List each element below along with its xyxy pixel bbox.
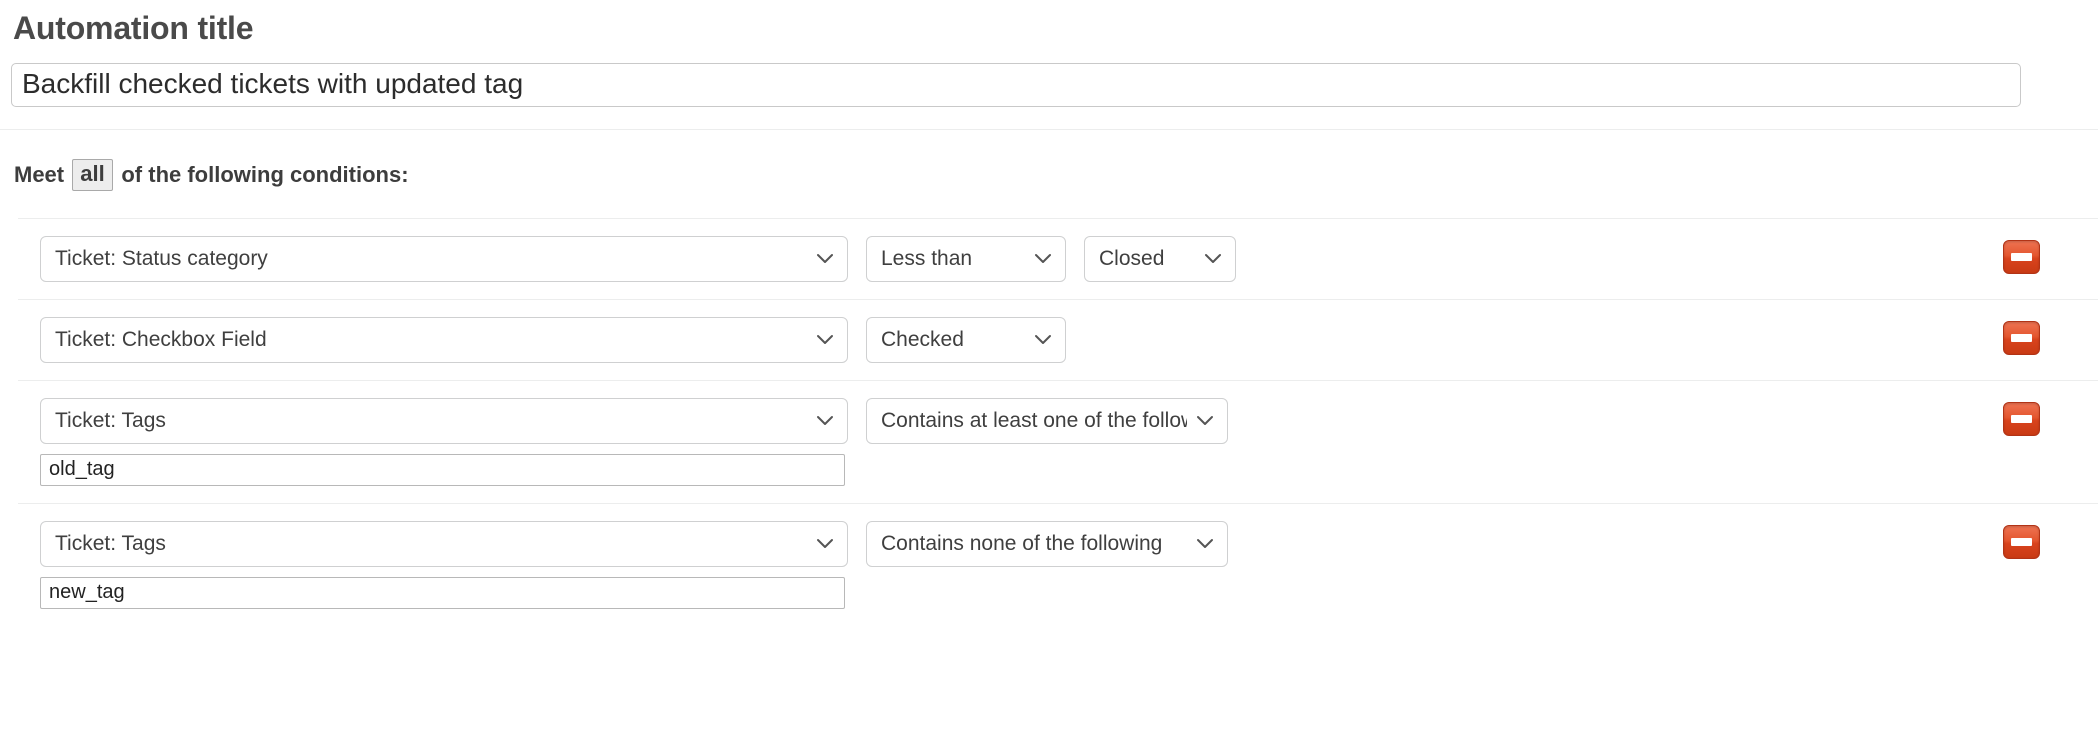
automation-title-section: Automation title — [0, 0, 2098, 107]
match-type-select[interactable]: all — [72, 159, 113, 191]
automation-title-input[interactable] — [11, 63, 2021, 107]
condition-operator-select[interactable]: Checked — [866, 317, 1066, 363]
automation-title-input-wrap — [11, 63, 2087, 107]
minus-icon — [2011, 334, 2032, 342]
condition-field-select[interactable]: Ticket: Status category — [40, 236, 848, 282]
condition-operator-select[interactable]: Contains at least one of the following — [866, 398, 1228, 444]
automation-conditions-page: Automation title Meet all of the followi… — [0, 0, 2098, 752]
conditions-list: Ticket: Status category Less than Closed… — [0, 218, 2098, 626]
minus-icon — [2011, 415, 2032, 423]
condition-row: Ticket: Checkbox Field Checked Remove co… — [0, 300, 2098, 380]
condition-field-select[interactable]: Ticket: Checkbox Field — [40, 317, 848, 363]
condition-row: Ticket: Status category Less than Closed… — [0, 219, 2098, 299]
condition-row: Ticket: Tags Contains at least one of th… — [0, 381, 2098, 503]
minus-icon — [2011, 253, 2032, 261]
condition-field-select[interactable]: Ticket: Tags — [40, 398, 848, 444]
condition-tag-value-input[interactable] — [40, 454, 845, 486]
remove-condition-button[interactable]: Remove condition — [2003, 525, 2040, 559]
remove-condition-button[interactable]: Remove condition — [2003, 240, 2040, 274]
condition-row: Ticket: Tags Contains none of the follow… — [0, 504, 2098, 626]
condition-field-select[interactable]: Ticket: Tags — [40, 521, 848, 567]
condition-tag-value-input[interactable] — [40, 577, 845, 609]
page-title: Automation title — [11, 8, 2087, 48]
condition-row-controls: Ticket: Tags Contains none of the follow… — [40, 521, 2098, 567]
condition-operator-select[interactable]: Less than — [866, 236, 1066, 282]
condition-value-select[interactable]: Closed — [1084, 236, 1236, 282]
conditions-header-prefix: Meet — [14, 162, 70, 188]
conditions-header-suffix: of the following conditions: — [115, 162, 408, 188]
minus-icon — [2011, 538, 2032, 546]
conditions-header: Meet all of the following conditions: — [0, 130, 2098, 218]
condition-row-controls: Ticket: Checkbox Field Checked — [40, 317, 2098, 363]
remove-condition-button[interactable]: Remove condition — [2003, 321, 2040, 355]
condition-row-controls: Ticket: Tags Contains at least one of th… — [40, 398, 2098, 444]
remove-condition-button[interactable]: Remove condition — [2003, 402, 2040, 436]
condition-operator-select[interactable]: Contains none of the following — [866, 521, 1228, 567]
condition-row-controls: Ticket: Status category Less than Closed — [40, 236, 2098, 282]
